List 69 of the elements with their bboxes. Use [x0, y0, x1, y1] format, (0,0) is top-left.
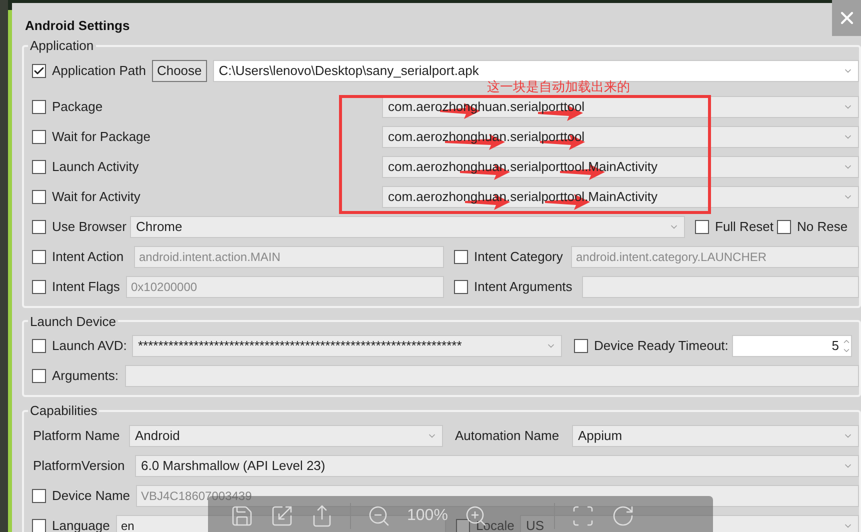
checkbox[interactable] — [32, 160, 46, 174]
field-label: Intent Arguments — [474, 278, 572, 296]
checkbox[interactable] — [32, 130, 46, 144]
spin-down-icon[interactable] — [842, 346, 851, 355]
group-title: Launch Device — [29, 312, 117, 330]
field-label: Use Browser — [52, 218, 126, 236]
checkbox[interactable] — [32, 280, 46, 294]
field-label: Device Ready Timeout: — [594, 337, 728, 356]
checkbox[interactable] — [32, 64, 46, 78]
checkbox[interactable] — [456, 518, 470, 532]
dropdown[interactable]: Android — [129, 424, 443, 446]
resize-icon[interactable] — [270, 504, 294, 528]
checkbox[interactable] — [32, 339, 46, 353]
input-field[interactable]: android.intent.action.MAIN — [134, 246, 444, 268]
dropdown[interactable]: com.aerozhonghuan.serialporttool — [382, 126, 859, 148]
checkbox[interactable] — [454, 280, 468, 294]
group-title: Capabilities — [29, 402, 98, 420]
field-label: Device Name — [52, 486, 130, 505]
number-spinner[interactable]: 5 — [732, 335, 852, 357]
dropdown[interactable]: **************************************************************** — [132, 335, 562, 357]
dropdown[interactable]: Chrome — [130, 216, 685, 238]
input-field[interactable]: 0x10200000 — [126, 276, 444, 298]
field-label: Intent Category — [474, 248, 563, 266]
dropdown[interactable]: Appium — [572, 424, 859, 446]
input-field[interactable]: android.intent.category.LAUNCHER — [571, 246, 859, 268]
field-label: Wait for Package — [52, 128, 151, 146]
field-label: Launch AVD: — [52, 337, 127, 356]
checkbox[interactable] — [32, 369, 46, 383]
field-label: Launch Activity — [52, 158, 139, 176]
checkbox[interactable] — [32, 220, 46, 234]
field-label: Application Path — [52, 62, 146, 80]
checkbox[interactable] — [32, 190, 46, 204]
field-label: Locale — [476, 516, 514, 532]
field-label: Intent Action — [52, 248, 124, 266]
field-label: Package — [52, 98, 103, 116]
field-label: Platform Name — [33, 426, 121, 445]
field-label: Full Reset — [715, 218, 774, 236]
checkbox[interactable] — [32, 100, 46, 114]
rotate-icon[interactable] — [610, 504, 635, 528]
check-icon — [33, 64, 45, 76]
annotation-text: 这一块是自动加载出来的 — [487, 79, 630, 94]
dropdown[interactable]: com.aerozhonghuan.serialporttool.MainActivity — [382, 156, 859, 178]
dropdown[interactable]: US — [520, 514, 859, 532]
window-title: Android Settings — [25, 17, 130, 35]
checkbox[interactable] — [32, 518, 46, 532]
choose-button[interactable]: Choose — [152, 60, 207, 82]
checkbox[interactable] — [32, 488, 46, 502]
checkbox[interactable] — [454, 250, 468, 264]
group-title: Application — [29, 37, 95, 55]
field-label: Wait for Activity — [52, 188, 140, 206]
zoom-out-icon[interactable] — [367, 504, 391, 528]
field-label: Arguments: — [52, 367, 118, 386]
save-icon[interactable] — [230, 504, 254, 528]
checkbox[interactable] — [574, 339, 588, 353]
checkbox[interactable] — [695, 220, 709, 234]
checkbox[interactable] — [777, 220, 791, 234]
checkbox[interactable] — [32, 250, 46, 264]
dropdown[interactable]: com.aerozhonghuan.serialporttool.MainActivity — [382, 186, 859, 208]
fit-screen-icon[interactable] — [570, 504, 595, 528]
dropdown[interactable]: 6.0 Marshmallow (API Level 23) — [135, 454, 859, 476]
spin-up-icon[interactable] — [842, 337, 851, 346]
input-field[interactable] — [125, 365, 859, 387]
input-field[interactable] — [582, 276, 859, 298]
dropdown[interactable]: C:\Users\lenovo\Desktop\sany_serialport.apk — [212, 60, 859, 82]
field-label: PlatformVersion — [33, 456, 126, 475]
field-label: Intent Flags — [52, 278, 120, 296]
close-button[interactable] — [832, 0, 861, 36]
field-label: No Rese — [797, 218, 848, 236]
field-label: Automation Name — [455, 426, 560, 445]
